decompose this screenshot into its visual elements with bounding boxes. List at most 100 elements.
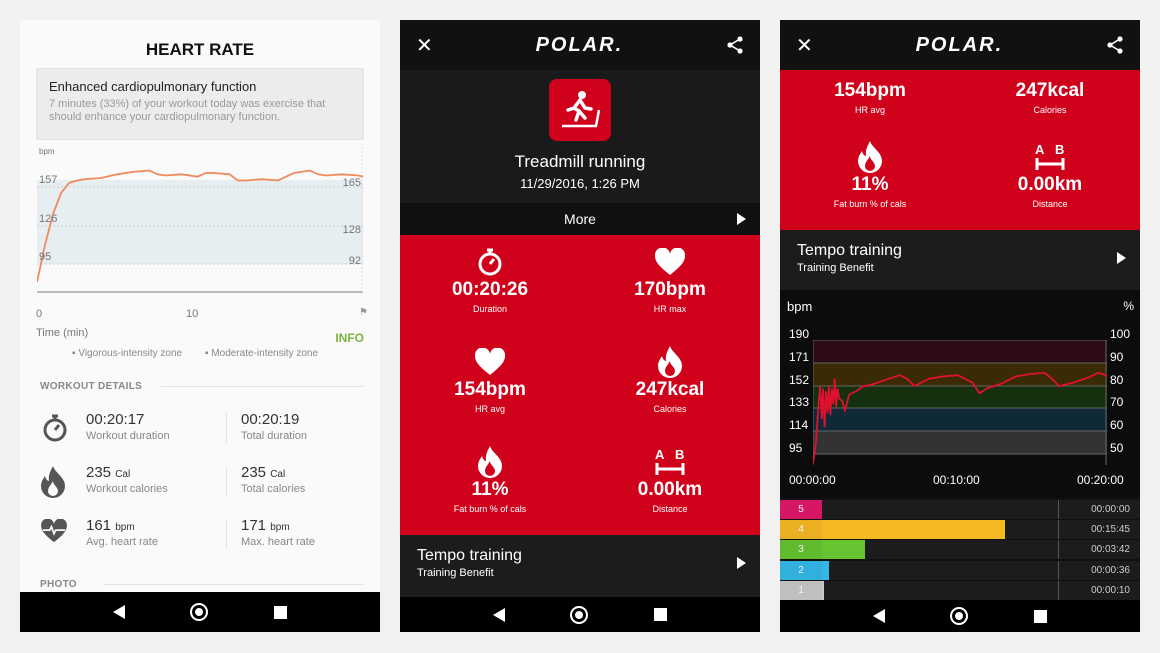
zone-bar <box>822 520 1006 540</box>
close-icon[interactable]: ✕ <box>416 33 433 58</box>
detail-label: Total duration <box>241 430 308 442</box>
stat-value: 0.00km <box>637 479 703 500</box>
share-icon[interactable] <box>1106 36 1124 54</box>
y2-axis-label: % <box>1123 299 1134 313</box>
legend-label: Moderate-intensity zone <box>211 348 319 359</box>
stat-hr-max: 170bpm HR max <box>580 245 760 314</box>
stat-value: 11% <box>471 479 509 500</box>
detail-label: Workout calories <box>86 483 168 495</box>
y2-tick: 50 <box>1110 441 1124 455</box>
stopwatch-icon <box>41 413 69 448</box>
detail-value: 235 <box>241 464 267 481</box>
svg-text:A: A <box>655 447 665 462</box>
flame-icon <box>580 345 760 379</box>
polar-logo: POLAR. <box>915 33 1004 56</box>
benefit-subtitle: Training Benefit <box>417 567 494 579</box>
stat-value: 247kcal <box>635 379 705 400</box>
play-arrow-icon <box>737 557 746 569</box>
stat-calories: 247kcal Calories <box>960 80 1140 115</box>
y2-tick: 60 <box>1110 418 1124 433</box>
detail-label: Avg. heart rate <box>86 536 158 548</box>
y2-tick: 90 <box>1110 349 1124 364</box>
more-button[interactable]: More <box>400 203 760 235</box>
detail-value: 171 <box>241 517 267 534</box>
app-header: ✕ POLAR. <box>400 20 760 70</box>
play-arrow-icon <box>737 213 746 225</box>
stat-label: HR max <box>653 304 687 314</box>
recents-button[interactable] <box>274 605 288 619</box>
recents-button[interactable] <box>654 608 668 621</box>
android-nav-bar <box>780 600 1140 632</box>
more-label: More <box>564 211 596 227</box>
stat-value: 154bpm <box>834 80 906 101</box>
recents-button[interactable] <box>1034 609 1048 623</box>
zone-row: 2 00:00:36 <box>780 560 1140 580</box>
y-tick: 126 <box>39 213 58 225</box>
svg-text:A: A <box>1035 142 1045 157</box>
detail-item: 235 Cal Total calories <box>241 464 305 495</box>
x-axis-label: Time (min) <box>36 327 89 339</box>
detail-item: 161 bpm Avg. heart rate <box>86 517 158 548</box>
y-tick: 152 <box>789 372 810 387</box>
detail-value: 161 <box>86 517 112 534</box>
page-title: HEART RATE <box>145 40 255 59</box>
hr-zone-chart <box>813 340 1107 465</box>
detail-label: Max. heart rate <box>241 536 315 548</box>
stat-label: HR avg <box>854 105 885 115</box>
back-button[interactable] <box>492 607 505 622</box>
home-button[interactable] <box>570 605 589 624</box>
home-button[interactable] <box>190 603 209 621</box>
polar-detail-screen: 154bpm HR avg 247kcal Calories 11% Fat bur… <box>780 20 1140 632</box>
zone-time: 00:15:45 <box>1091 524 1130 536</box>
detail-value: 00:20:19 <box>241 411 300 428</box>
stat-distance: A B 0.00km Distance <box>960 140 1140 209</box>
stat-value: 11% <box>851 174 889 195</box>
zone-row: 3 00:03:42 <box>780 540 1140 560</box>
workout-date: 11/29/2016, 1:26 PM <box>520 176 640 191</box>
back-button[interactable] <box>112 605 125 619</box>
x-tick: 00:10:00 <box>933 473 980 487</box>
y-tick: 171 <box>789 349 810 364</box>
stat-calories: 247kcal Calories <box>580 345 760 414</box>
stat-label: Fat burn % of cals <box>833 199 907 209</box>
training-benefit-row[interactable]: Tempo training Training Benefit <box>780 230 1140 290</box>
zone-time: 00:00:10 <box>1091 584 1130 596</box>
detail-item: 00:20:19 Total duration <box>241 411 307 442</box>
detail-unit: bpm <box>270 522 290 533</box>
stat-value: 00:20:26 <box>451 279 529 300</box>
zone-number: 4 <box>780 520 822 540</box>
info-button[interactable]: INFO <box>335 331 364 345</box>
x-tick: 00:00:00 <box>789 473 836 487</box>
y-tick: 114 <box>789 418 809 433</box>
insight-title: Enhanced cardiopulmonary function <box>49 79 257 94</box>
share-icon[interactable] <box>726 36 744 54</box>
close-icon[interactable]: ✕ <box>796 33 813 58</box>
y-tick: 95 <box>789 441 803 455</box>
distance-ab-icon: AB <box>960 140 1140 174</box>
zone-row: 5 00:00:00 <box>780 500 1140 519</box>
app-header: ✕ POLAR. <box>780 20 1140 70</box>
heart-icon <box>400 345 580 379</box>
training-benefit-row[interactable]: Tempo training Training Benefit <box>400 535 760 597</box>
back-button[interactable] <box>872 609 885 623</box>
home-button[interactable] <box>950 607 969 625</box>
stats-grid: 00:20:26 Duration 170bpm HR max 154bpm H… <box>400 235 760 535</box>
stat-fat-burn-of-cals: 11% Fat burn % of cals <box>400 445 580 514</box>
stat-hr-avg: 154bpm HR avg <box>780 80 960 115</box>
x-tick: 10 <box>186 308 199 320</box>
finish-flag-icon: ⚑ <box>359 307 368 318</box>
insight-text: 7 minutes (33%) of your workout today wa… <box>49 98 326 123</box>
y-tick: 190 <box>789 327 810 341</box>
polar-logo: POLAR. <box>535 33 624 56</box>
svg-text:B: B <box>1055 142 1064 157</box>
stat-value: 170bpm <box>634 279 706 300</box>
legend-label: Vigorous-intensity zone <box>78 348 183 359</box>
stats-grid: 154bpm HR avg 247kcal Calories 11% Fat bur… <box>780 70 1140 230</box>
legend-vigorous: ▪ Vigorous-intensity zone <box>72 348 183 359</box>
zone-bar <box>822 580 824 600</box>
zone-bar <box>822 540 866 560</box>
zone-time: 00:00:36 <box>1091 564 1130 576</box>
detail-label: Total calories <box>241 483 306 495</box>
zone-limit: 92 <box>348 255 361 267</box>
stat-label: Fat burn % of cals <box>453 504 527 514</box>
